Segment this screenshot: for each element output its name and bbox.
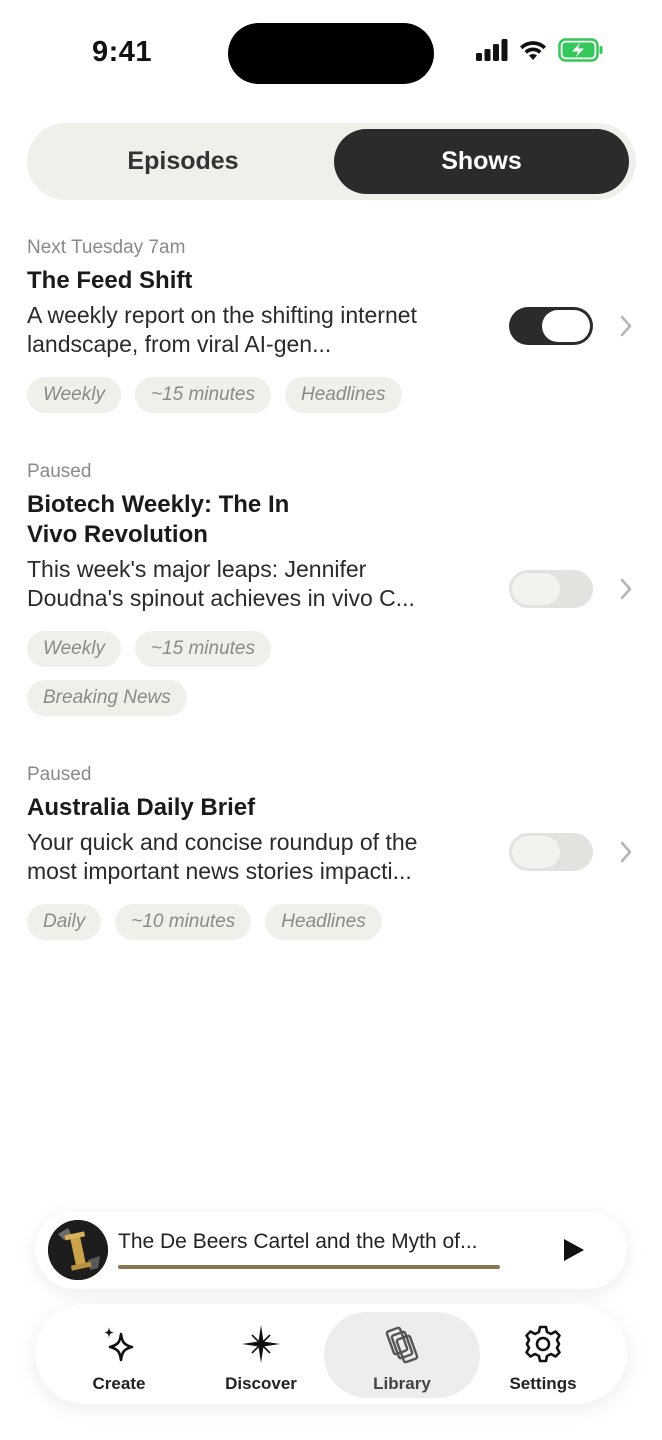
show-tags: Weekly ~15 minutes Headlines xyxy=(27,377,467,413)
mini-player[interactable]: The De Beers Cartel and the Myth of... xyxy=(35,1211,627,1289)
show-title: Biotech Weekly: The In Vivo Revolution xyxy=(27,491,290,548)
episodes-shows-segmented-control: Episodes Shows xyxy=(27,123,636,200)
cellular-signal-icon xyxy=(476,39,508,61)
tab-discover[interactable]: Discover xyxy=(183,1312,339,1398)
tab-settings[interactable]: Settings xyxy=(465,1312,621,1398)
tab-shows[interactable]: Shows xyxy=(334,129,629,194)
stacked-pages-icon xyxy=(385,1326,419,1364)
show-schedule-status: Paused xyxy=(27,764,92,785)
bottom-tab-bar: Create Discover Library Settings xyxy=(35,1304,627,1404)
show-title: Australia Daily Brief xyxy=(27,794,256,821)
show-enabled-toggle[interactable] xyxy=(509,833,593,871)
tab-label: Library xyxy=(373,1374,431,1393)
tab-episodes[interactable]: Episodes xyxy=(33,129,333,194)
show-title: The Feed Shift xyxy=(27,267,193,294)
tag-duration: ~15 minutes xyxy=(134,631,271,667)
playback-progress-bar[interactable] xyxy=(118,1265,500,1269)
show-tags: Daily ~10 minutes Headlines xyxy=(27,904,467,940)
status-time: 9:41 xyxy=(92,36,153,68)
playback-progress-fill xyxy=(118,1265,500,1269)
tag-duration: ~15 minutes xyxy=(134,377,271,413)
toggle-knob xyxy=(512,836,560,868)
tag-category: Headlines xyxy=(285,377,402,413)
episode-artwork xyxy=(48,1220,108,1280)
play-icon[interactable] xyxy=(560,1237,586,1263)
show-item[interactable]: Paused Biotech Weekly: The In Vivo Revol… xyxy=(27,460,636,716)
tab-label: Settings xyxy=(509,1374,577,1393)
tag-duration: ~10 minutes xyxy=(115,904,252,940)
tag-frequency: Weekly xyxy=(27,377,121,413)
artwork-image-icon xyxy=(48,1220,108,1280)
tab-create[interactable]: Create xyxy=(41,1312,197,1398)
tag-category: Headlines xyxy=(265,904,382,940)
show-item[interactable]: Paused Australia Daily Brief Your quick … xyxy=(27,763,636,940)
tag-frequency: Daily xyxy=(27,904,102,940)
chevron-right-icon[interactable] xyxy=(619,578,633,600)
toggle-knob xyxy=(512,573,560,605)
show-schedule-status: Paused xyxy=(27,461,92,482)
status-bar: 9:41 xyxy=(0,0,662,110)
battery-charging-icon xyxy=(558,38,603,62)
status-icons xyxy=(476,38,604,62)
star-compass-icon xyxy=(242,1325,280,1363)
show-enabled-toggle[interactable] xyxy=(509,307,593,345)
tag-category: Breaking News xyxy=(27,680,187,716)
sparkles-icon xyxy=(104,1327,134,1362)
tab-label: Create xyxy=(92,1374,146,1393)
now-playing-title: The De Beers Cartel and the Myth of... xyxy=(118,1230,478,1253)
show-description: This week's major leaps: Jennifer Doudna… xyxy=(27,556,415,611)
show-description: A weekly report on the shifting internet… xyxy=(27,302,417,357)
show-tags: Weekly ~15 minutes Breaking News xyxy=(27,631,327,716)
chevron-right-icon[interactable] xyxy=(619,315,633,337)
chevron-right-icon[interactable] xyxy=(619,841,633,863)
show-schedule-status: Next Tuesday 7am xyxy=(27,237,186,258)
tab-label: Discover xyxy=(225,1374,297,1393)
show-description: Your quick and concise roundup of the mo… xyxy=(27,829,418,884)
show-enabled-toggle[interactable] xyxy=(509,570,593,608)
dynamic-island xyxy=(228,23,434,84)
toggle-knob xyxy=(542,310,590,342)
show-item[interactable]: Next Tuesday 7am The Feed Shift A weekly… xyxy=(27,236,636,413)
wifi-icon xyxy=(520,41,546,60)
tab-library[interactable]: Library xyxy=(324,1312,480,1398)
tag-frequency: Weekly xyxy=(27,631,121,667)
gear-icon xyxy=(525,1325,561,1363)
